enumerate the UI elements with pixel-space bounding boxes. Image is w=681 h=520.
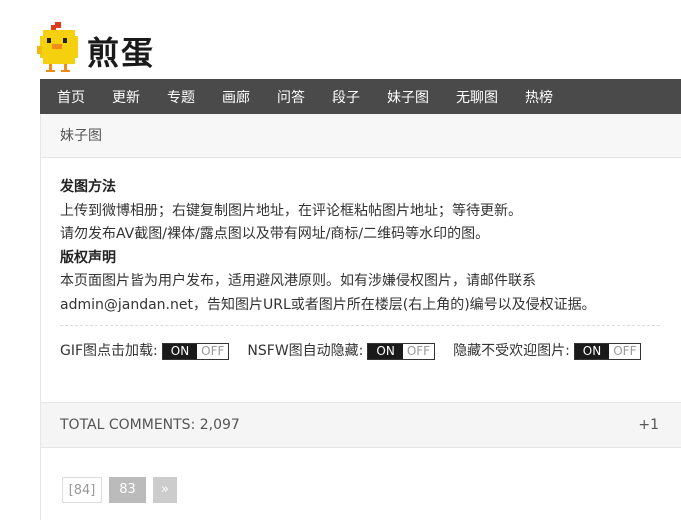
gif-toggle-label: GIF图点击加载: bbox=[60, 343, 158, 359]
unpopular-toggle-label: 隐藏不受欢迎图片: bbox=[453, 343, 570, 359]
posting-info: 发图方法 上传到微博相册；右键复制图片地址，在评论框粘帖图片地址；等待更新。 请… bbox=[41, 158, 681, 364]
nav-item-gallery[interactable]: 画廊 bbox=[222, 87, 250, 107]
section-title: 妹子图 bbox=[41, 114, 681, 158]
nsfw-toggle-switch[interactable]: ON OFF bbox=[367, 343, 436, 361]
main-nav: 首页 更新 专题 画廊 问答 段子 妹子图 无聊图 热榜 bbox=[40, 79, 681, 114]
toggle-row: GIF图点击加载: ON OFF NSFW图自动隐藏: ON OFF 隐藏不受欢… bbox=[60, 340, 662, 364]
chick-logo-icon[interactable] bbox=[37, 20, 83, 72]
plus-one-button[interactable]: +1 bbox=[638, 417, 659, 433]
nsfw-toggle-off[interactable]: OFF bbox=[402, 344, 435, 360]
unpopular-toggle-off[interactable]: OFF bbox=[609, 344, 641, 360]
posting-method-line-2: 请勿发布AV截图/裸体/露点图以及带有网址/商标/二维码等水印的图。 bbox=[60, 226, 490, 242]
pagination: [84] 83 » bbox=[62, 477, 184, 503]
nav-item-top[interactable]: 热榜 bbox=[525, 87, 553, 107]
nav-item-home[interactable]: 首页 bbox=[57, 87, 85, 107]
nsfw-toggle-on[interactable]: ON bbox=[368, 344, 403, 360]
nav-item-jokes[interactable]: 段子 bbox=[332, 87, 360, 107]
unpopular-toggle-switch[interactable]: ON OFF bbox=[573, 343, 642, 361]
copyright-heading: 版权声明 bbox=[60, 249, 116, 266]
copyright-line-1: 本页面图片皆为用户发布，适用避风港原则。如有涉嫌侵权图片，请邮件联系 bbox=[60, 273, 536, 289]
nav-item-qa[interactable]: 问答 bbox=[277, 87, 305, 107]
total-comments: TOTAL COMMENTS: 2,097 bbox=[60, 417, 240, 433]
posting-method-heading: 发图方法 bbox=[60, 179, 116, 195]
page-83-link[interactable]: 83 bbox=[109, 477, 146, 503]
nav-item-girls[interactable]: 妹子图 bbox=[387, 87, 429, 107]
content-card: 妹子图 发图方法 上传到微博相册；右键复制图片地址，在评论框粘帖图片地址；等待更… bbox=[40, 114, 681, 520]
nav-item-topics[interactable]: 专题 bbox=[167, 87, 195, 107]
site-logo-text[interactable]: 煎蛋 bbox=[87, 28, 155, 74]
gif-toggle-off[interactable]: OFF bbox=[197, 344, 229, 360]
unpopular-toggle-on[interactable]: ON bbox=[574, 344, 610, 360]
site-header: 煎蛋 bbox=[37, 20, 237, 72]
gif-toggle-on[interactable]: ON bbox=[162, 344, 198, 360]
gif-toggle-switch[interactable]: ON OFF bbox=[161, 343, 230, 361]
nsfw-toggle-label: NSFW图自动隐藏: bbox=[247, 343, 364, 359]
comments-bar: TOTAL COMMENTS: 2,097 +1 bbox=[41, 402, 681, 448]
nav-item-updates[interactable]: 更新 bbox=[112, 87, 140, 107]
next-page-button[interactable]: » bbox=[153, 477, 177, 503]
divider bbox=[60, 325, 660, 326]
posting-method-line-1: 上传到微博相册；右键复制图片地址，在评论框粘帖图片地址；等待更新。 bbox=[60, 202, 522, 219]
copyright-line-2: admin@jandan.net，告知图片URL或者图片所在楼层(右上角的)编号… bbox=[60, 296, 596, 313]
nav-item-pics[interactable]: 无聊图 bbox=[456, 87, 498, 107]
current-page: [84] bbox=[62, 477, 102, 503]
